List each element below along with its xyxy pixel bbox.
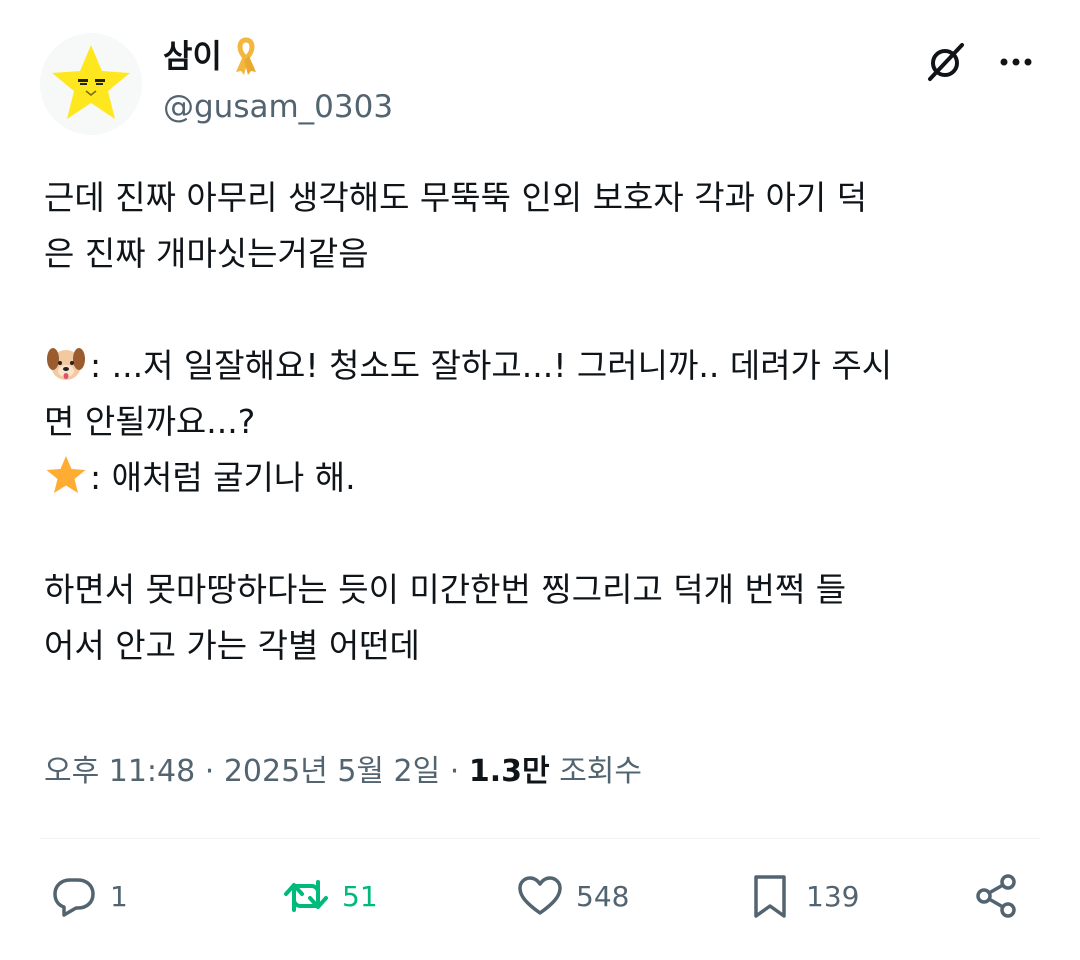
reply-count: 1 (110, 879, 128, 913)
bookmark-button[interactable]: 139 (746, 872, 859, 920)
grok-button[interactable] (922, 38, 970, 86)
views-label: 조회수 (559, 754, 642, 789)
tweet-text: 근데 진짜 아무리 생각해도 무뚝뚝 인외 보호자 각과 아기 덕 은 진짜 개… (44, 170, 1044, 674)
retweet-icon (284, 880, 328, 912)
star-face-avatar-icon (40, 33, 142, 135)
divider (40, 838, 1040, 839)
dialogue-line-dog: : ...저 일잘해요! 청소도 잘하고...! 그러니까.. 데려가 주시 (44, 338, 1044, 394)
dialogue-line-star: : 애처럼 굴기나 해. (44, 450, 1044, 506)
tweet-date[interactable]: 2025년 5월 2일 (224, 754, 440, 789)
reply-button[interactable]: 1 (50, 872, 128, 920)
author-handle[interactable]: @gusam_0303 (163, 86, 393, 128)
grok-icon (928, 43, 964, 81)
author-display-name[interactable]: 삼이 (163, 35, 222, 77)
more-icon (1000, 58, 1032, 66)
share-button[interactable] (972, 872, 1020, 920)
tweet-line: 근데 진짜 아무리 생각해도 무뚝뚝 인외 보호자 각과 아기 덕 (44, 178, 868, 217)
retweet-button[interactable]: 51 (282, 872, 378, 920)
star-emoji-icon (44, 453, 88, 497)
dialogue-text: : ...저 일잘해요! 청소도 잘하고...! 그러니까.. 데려가 주시 (90, 346, 893, 385)
like-button[interactable]: 548 (516, 872, 629, 920)
bookmark-count: 139 (806, 879, 860, 913)
yellow-ribbon-icon (232, 36, 260, 76)
views-count: 1.3만 (468, 754, 550, 789)
tweet-line: 면 안될까요...? (44, 402, 256, 441)
tweet-line: 하면서 못마땅하다는 듯이 미간한번 찡그리고 덕개 번쩍 들 (44, 570, 847, 609)
more-button[interactable] (992, 38, 1040, 86)
meta-separator: · (204, 754, 215, 789)
meta-separator: · (449, 754, 460, 789)
retweet-count: 51 (342, 879, 378, 913)
tweet-line: 어서 안고 가는 각별 어떤데 (44, 626, 420, 665)
heart-icon (518, 876, 562, 915)
action-bar: 1 51 548 139 (44, 872, 1034, 932)
like-count: 548 (576, 879, 630, 913)
share-icon (976, 874, 1016, 918)
bookmark-icon (754, 875, 786, 918)
tweet-line: 은 진짜 개마싯는거같음 (44, 234, 369, 273)
dog-face-emoji-icon (44, 341, 88, 385)
tweet-time[interactable]: 오후 11:48 (44, 754, 195, 789)
dialogue-text: : 애처럼 굴기나 해. (90, 458, 356, 497)
tweet-meta: 오후 11:48 · 2025년 5월 2일 · 1.3만 조회수 (44, 750, 642, 794)
reply-icon (53, 878, 95, 917)
avatar[interactable] (40, 33, 142, 135)
